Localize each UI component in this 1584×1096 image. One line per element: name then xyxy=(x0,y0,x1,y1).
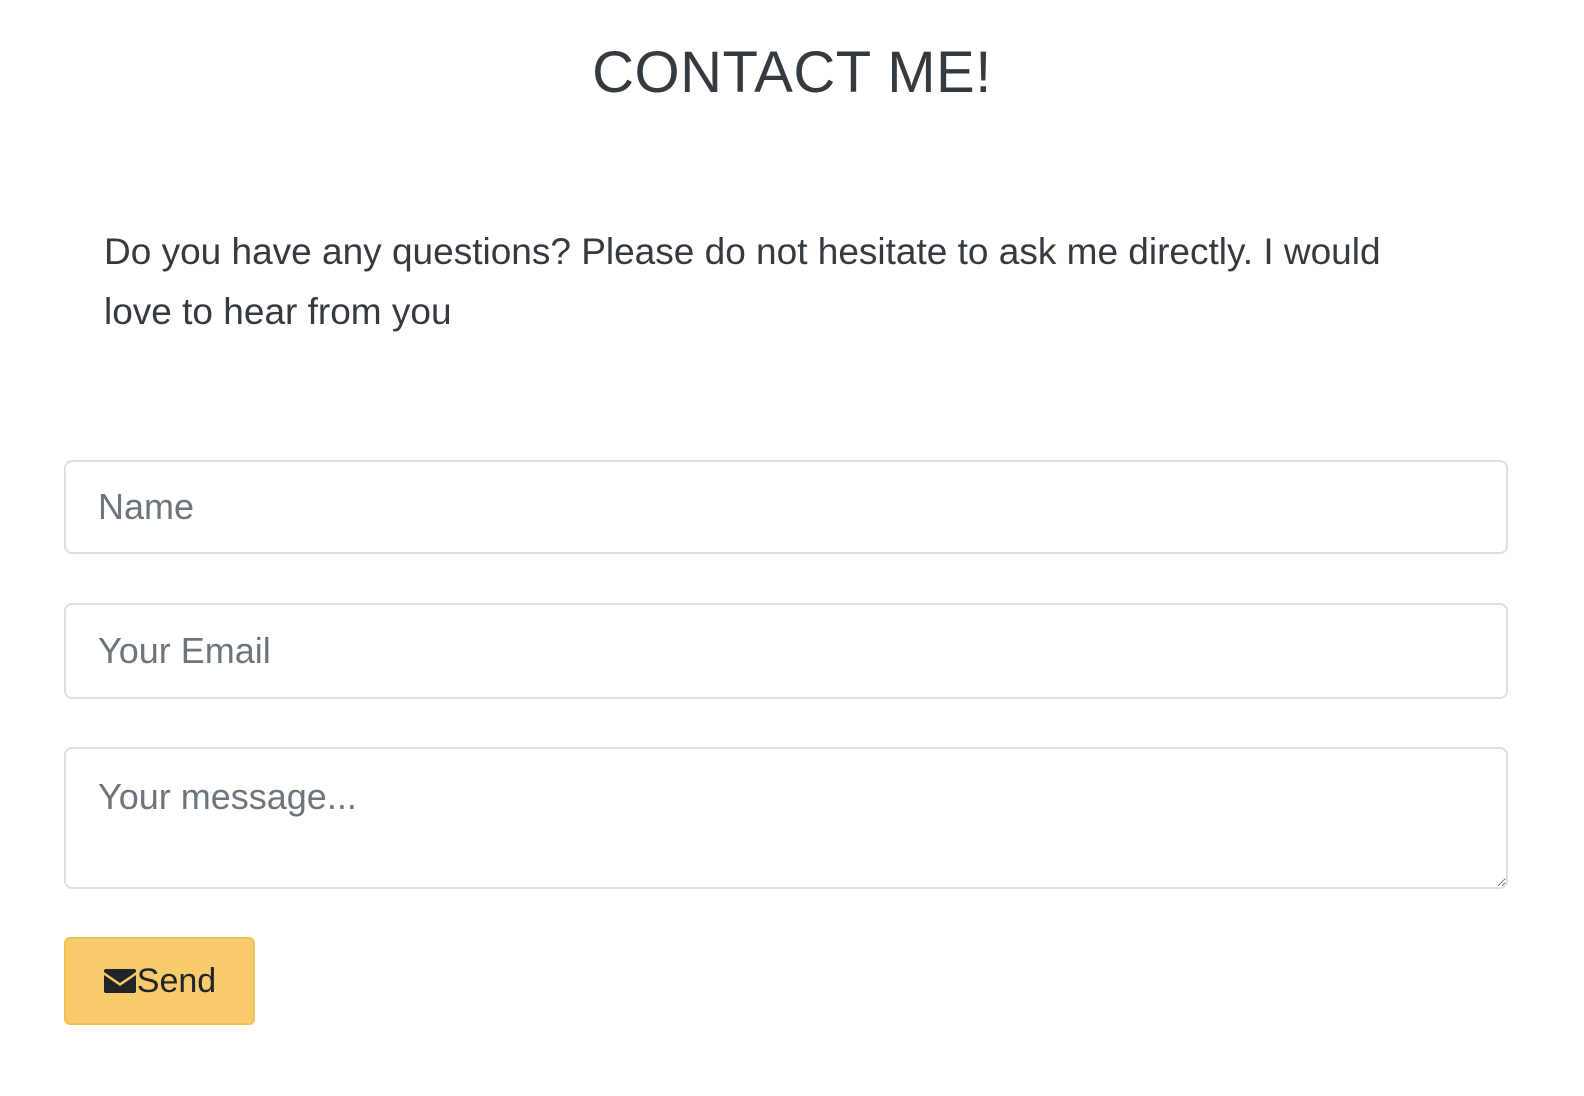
intro-text: Do you have any questions? Please do not… xyxy=(104,231,1381,332)
message-textarea[interactable] xyxy=(64,747,1508,889)
contact-page: CONTACT ME! Do you have any questions? P… xyxy=(0,0,1584,1096)
send-button[interactable]: Send xyxy=(64,937,255,1025)
send-button-label: Send xyxy=(136,961,217,1000)
page-title: CONTACT ME! xyxy=(592,40,992,105)
name-input[interactable] xyxy=(64,460,1508,554)
envelope-icon xyxy=(103,968,137,994)
email-input[interactable] xyxy=(64,603,1508,699)
